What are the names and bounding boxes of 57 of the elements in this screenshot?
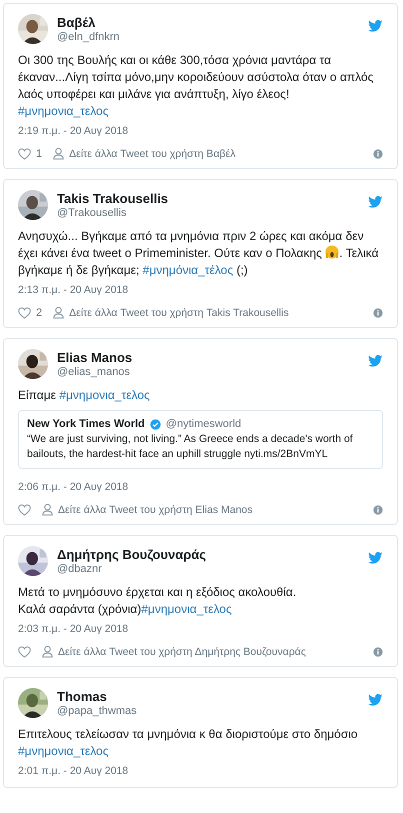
bird-icon[interactable] [368, 552, 383, 564]
author-name[interactable]: Βαβέλ [57, 14, 96, 30]
bird-icon[interactable] [368, 694, 383, 706]
author-name[interactable]: Elias Manos [57, 350, 132, 366]
tweet-text: Είπαμε #μνημονια_τελος [18, 387, 151, 404]
more-tweets-link[interactable]: Δείτε άλλα Tweet του χρήστη Takis Trakousellis [53, 306, 368, 319]
more-tweets-link[interactable]: Δείτε άλλα Tweet του χρήστη Βαβέλ [53, 147, 368, 160]
timestamp-link[interactable]: 2:06 π.μ. - 20 Αυγ 2018 [18, 480, 128, 494]
author-handle[interactable]: @eln_dfnkrn [57, 30, 120, 44]
author-name[interactable]: Thomas [57, 688, 107, 704]
author-handle[interactable]: @Trakousellis [57, 206, 126, 220]
quoted-author-name: New York Times World [27, 418, 145, 430]
hashtag-link[interactable]: #μνημονια_τελος [59, 388, 150, 402]
more-tweets-link[interactable]: Δείτε άλλα Tweet του χρήστη Δημήτρης Βουζουναράς [42, 645, 368, 658]
heart-icon[interactable] [18, 646, 31, 658]
person-icon [53, 306, 64, 319]
emoji-icon [325, 245, 340, 259]
timestamp-link[interactable]: 2:19 π.μ. - 20 Αυγ 2018 [18, 124, 128, 138]
author-name[interactable]: Takis Trakousellis [57, 190, 168, 206]
bird-icon[interactable] [368, 355, 383, 367]
bird-icon[interactable] [368, 20, 383, 32]
quoted-author-handle: @nytimesworld [166, 418, 242, 430]
author-handle[interactable]: @dbaznr [57, 562, 102, 576]
tweet-text: Ανησυχώ... Βγήκαμε από τα μνημόνια πριν 2 ώρες και ακόμα δεν έχει κάνει ένα tweet ο Primeminister. Ούτε καν ο Πολακης . Τελικά βγήκαμε ή δε βγήκαμε; #μνημόνια_τέλος (;) [18, 228, 380, 279]
heart-icon[interactable] [18, 504, 31, 516]
tweet-text: Επιτελους τελείωσαν τα μνημόνια κ θα διοριστούμε στο δημόσιο #μνημονια_τελος [18, 726, 359, 760]
bird-icon[interactable] [368, 196, 383, 208]
quoted-tweet[interactable]: New York Times World @nytimesworld “We are just surviving, not living.” As Greece ends a decade's worth of bailouts, the hardest-hit face an uphill struggle nyti.ms/2BnVmYL [18, 410, 383, 469]
timestamp-link[interactable]: 2:01 π.μ. - 20 Αυγ 2018 [18, 764, 128, 778]
more-tweets-label: Δείτε άλλα Tweet του χρήστη Takis Trakousellis [69, 306, 289, 318]
hashtag-link[interactable]: #μνημονια_τελος [18, 104, 108, 118]
timestamp-link[interactable]: 2:03 π.μ. - 20 Αυγ 2018 [18, 622, 128, 636]
person-icon [42, 503, 53, 516]
author-handle[interactable]: @elias_manos [57, 366, 130, 378]
author-handle[interactable]: @papa_thwmas [57, 704, 137, 718]
author-name[interactable]: Δημήτρης Βουζουναράς [57, 546, 206, 562]
quoted-tweet-text: “We are just surviving, not living.” As Greece ends a decade's worth of bailouts, the hardest-hit face an uphill struggle nyti.ms/2BnVmYL [27, 432, 354, 462]
info-icon[interactable] [373, 308, 383, 318]
info-icon[interactable] [373, 504, 383, 514]
timestamp-link[interactable]: 2:13 π.μ. - 20 Αυγ 2018 [18, 283, 128, 297]
more-tweets-link[interactable]: Δείτε άλλα Tweet του χρήστη Elias Manos [42, 503, 368, 516]
like-count: 1 [36, 148, 42, 160]
hashtag-link[interactable]: #μνημονια_τελος [141, 602, 232, 616]
person-icon [42, 645, 53, 658]
heart-icon[interactable] [18, 306, 31, 318]
info-icon[interactable] [373, 646, 383, 656]
hashtag-link[interactable]: #μνημόνια_τέλος [142, 263, 234, 277]
info-icon[interactable] [373, 148, 383, 158]
more-tweets-label: Δείτε άλλα Tweet του χρήστη Elias Manos [58, 504, 253, 516]
hashtag-link[interactable]: #μνημονια_τελος [18, 744, 108, 758]
tweet-text: Οι 300 της Βουλής και οι κάθε 300,τόσα χρόνια μαντάρα τα έκαναν...Λίγη τσίπα μόνο,μην κοροιδεύουν ασύστολα όταν ο απλός λαός υποφέρει και μιλάνε για ανάπτυξη, λίγο έλεος! #μνημονια_τελος [18, 52, 374, 120]
more-tweets-label: Δείτε άλλα Tweet του χρήστη Βαβέλ [69, 148, 236, 160]
tweet-text: Μετά το μνημόσυνο έρχεται και η εξόδιος ακολουθία. Καλά σαράντα (χρόνια)#μνημονια_τελος [18, 584, 298, 618]
like-count: 2 [36, 306, 42, 318]
person-icon [53, 147, 64, 160]
more-tweets-label: Δείτε άλλα Tweet του χρήστη Δημήτρης Βουζουναράς [58, 646, 306, 658]
heart-icon[interactable] [18, 148, 31, 160]
